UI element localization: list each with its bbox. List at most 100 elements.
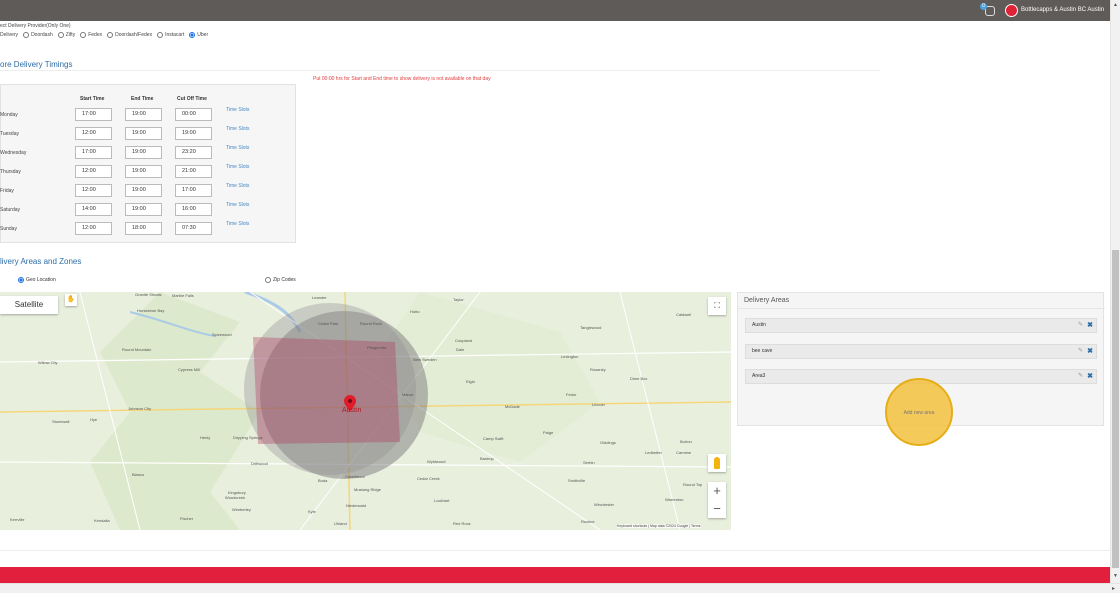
horizontal-scrollbar[interactable]: ▸ — [0, 583, 1120, 593]
cutoff-time-input[interactable]: 23:20 — [175, 146, 212, 159]
delivery-areas-title: Delivery Areas — [744, 297, 790, 304]
time-slots-link[interactable]: Time Slots — [226, 183, 249, 189]
satellite-button[interactable]: Satellite — [0, 296, 58, 314]
map-label: Granite Shoals — [135, 292, 162, 297]
notification-bell-icon[interactable]: 0 — [980, 3, 996, 17]
street-view-pegman-icon[interactable] — [708, 454, 726, 472]
day-label: Saturday — [0, 207, 21, 213]
add-new-area-button[interactable]: Add new area — [885, 378, 953, 446]
end-time-input[interactable]: 19:00 — [125, 165, 162, 178]
end-time-input[interactable]: 19:00 — [125, 108, 162, 121]
map-label: McDade — [505, 404, 520, 409]
end-time-input[interactable]: 19:00 — [125, 146, 162, 159]
edit-icon[interactable]: ✎ — [1078, 319, 1083, 332]
map-label: Dripping Springs — [233, 435, 263, 440]
edit-icon[interactable]: ✎ — [1078, 345, 1083, 358]
end-time-input[interactable]: 18:00 — [125, 222, 162, 235]
zoom-in-button[interactable]: + — [708, 482, 726, 500]
start-time-input[interactable]: 12:00 — [75, 222, 112, 235]
map-label: Creedmoor — [345, 474, 366, 479]
store-name[interactable]: Bottlecapps & Austin BC Austin — [1021, 7, 1104, 13]
start-time-input[interactable]: 12:00 — [75, 127, 112, 140]
geo-location-label: Geo Location — [26, 277, 56, 283]
cutoff-time-input[interactable]: 21:00 — [175, 165, 212, 178]
area-name: bee cave — [752, 348, 773, 354]
start-time-input[interactable]: 17:00 — [75, 108, 112, 121]
provider-label-instacart: Instacart — [165, 32, 185, 38]
cutoff-time-input[interactable]: 07:30 — [175, 222, 212, 235]
time-slots-link[interactable]: Time Slots — [226, 164, 249, 170]
end-time-input[interactable]: 19:00 — [125, 127, 162, 140]
edit-icon[interactable]: ✎ — [1078, 370, 1083, 383]
time-slots-link[interactable]: Time Slots — [226, 126, 249, 132]
cutoff-time-input[interactable]: 16:00 — [175, 203, 212, 216]
day-label: Monday — [0, 112, 18, 118]
cutoff-time-input[interactable]: 17:00 — [175, 184, 212, 197]
map-label: Dale — [456, 347, 465, 352]
map-label: Uhland — [334, 521, 347, 526]
brand-logo-icon[interactable] — [1005, 4, 1018, 17]
map-label: Round Mountain — [122, 347, 152, 352]
area-item[interactable]: Austin ✎ ✖ — [745, 318, 1097, 333]
provider-options: Delivery Doordash Zifty Fedex Doordash/F… — [0, 32, 211, 38]
scrollbar-thumb[interactable] — [1112, 250, 1119, 568]
delete-icon[interactable]: ✖ — [1087, 319, 1093, 332]
end-time-input[interactable]: 19:00 — [125, 203, 162, 216]
map-label: Camp Swift — [483, 436, 504, 441]
map-label: Kerrville — [10, 517, 25, 522]
scroll-down-icon[interactable]: ▼ — [1113, 573, 1118, 579]
map-label: Fischer — [180, 516, 194, 521]
header-cutoff-time: Cut Off Time — [177, 96, 207, 102]
time-slots-link[interactable]: Time Slots — [226, 202, 249, 208]
divider — [0, 550, 1110, 551]
time-slots-link[interactable]: Time Slots — [226, 145, 249, 151]
end-time-input[interactable]: 19:00 — [125, 184, 162, 197]
delivery-map[interactable]: Austin Marble Falls Granite Shoals Horse… — [0, 292, 731, 530]
cutoff-time-input[interactable]: 19:00 — [175, 127, 212, 140]
map-attribution[interactable]: Keyboard shortcuts | Map data ©2024 Goog… — [617, 524, 701, 528]
start-time-input[interactable]: 14:00 — [75, 203, 112, 216]
radio-instacart[interactable] — [157, 32, 164, 38]
fullscreen-icon[interactable]: ⛶ — [708, 297, 726, 315]
zoom-out-button[interactable]: − — [708, 500, 726, 518]
scroll-right-icon[interactable]: ▸ — [1112, 585, 1115, 592]
map-label: Red Rock — [453, 521, 471, 526]
radio-fedex[interactable] — [80, 32, 87, 38]
map-label: Blanco — [132, 472, 145, 477]
delivery-zone-polygon[interactable] — [253, 337, 400, 444]
map-label: Leander — [312, 295, 327, 300]
radio-uber[interactable] — [189, 32, 196, 38]
start-time-input[interactable]: 12:00 — [75, 184, 112, 197]
area-item[interactable]: bee cave ✎ ✖ — [745, 344, 1097, 359]
map-label: Paige — [543, 430, 554, 435]
radio-zifty[interactable] — [57, 32, 64, 38]
map-city-label: Austin — [342, 407, 362, 414]
radio-geo-location[interactable] — [18, 277, 24, 283]
cutoff-time-input[interactable]: 00:00 — [175, 108, 212, 121]
geo-location-option[interactable]: Geo Location — [18, 277, 56, 283]
header-start-time: Start Time — [80, 96, 105, 102]
start-time-input[interactable]: 17:00 — [75, 146, 112, 159]
delete-icon[interactable]: ✖ — [1087, 345, 1093, 358]
map-label: Round Top — [683, 482, 703, 487]
radio-zip-codes[interactable] — [265, 277, 271, 283]
scroll-up-icon[interactable]: ▲ — [1113, 2, 1118, 8]
time-slots-link[interactable]: Time Slots — [226, 107, 249, 113]
radio-doordash[interactable] — [23, 32, 30, 38]
area-name: Austin — [752, 322, 766, 328]
map-label: Hutto — [410, 309, 420, 314]
hand-tool-icon[interactable]: ✋ — [65, 294, 77, 306]
provider-label-uber: Uber — [197, 32, 209, 38]
map-label: Willow City — [38, 360, 58, 365]
start-time-input[interactable]: 12:00 — [75, 165, 112, 178]
map-label: Dime Box — [630, 376, 648, 381]
zip-codes-option[interactable]: Zip Codes — [265, 277, 296, 283]
delete-icon[interactable]: ✖ — [1087, 370, 1093, 383]
provider-label-doordash: Doordash — [31, 32, 53, 38]
vertical-scrollbar[interactable]: ▲ ▼ — [1110, 0, 1120, 583]
map-label: Buda — [318, 478, 328, 483]
day-label: Wednesday — [0, 150, 27, 156]
radio-doordash-fedex[interactable] — [107, 32, 114, 38]
map-label: Kyle — [308, 509, 316, 514]
time-slots-link[interactable]: Time Slots — [226, 221, 249, 227]
